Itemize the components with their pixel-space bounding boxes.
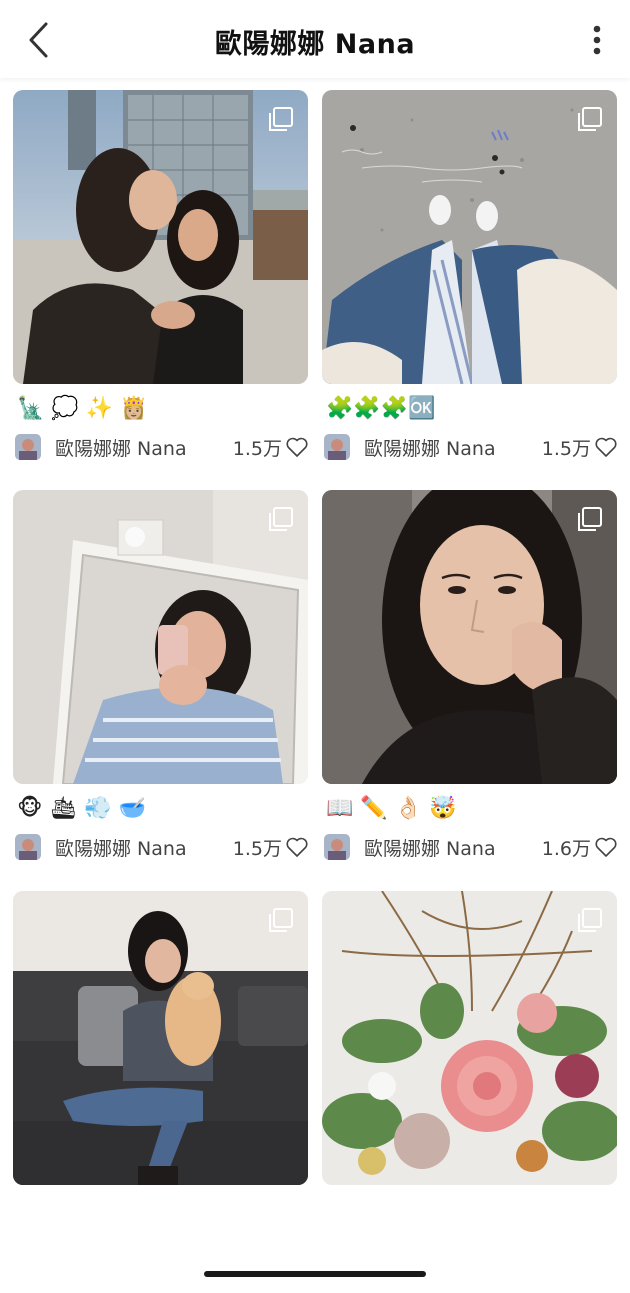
post-photo[interactable]	[13, 90, 308, 384]
post-card[interactable]: 📖 ✏️ 👌🏻 🤯 歐陽娜娜 Nana 1.6万	[322, 490, 617, 860]
post-meta: 歐陽娜娜 Nana 1.5万	[324, 432, 618, 462]
author-name[interactable]: 歐陽娜娜 Nana	[364, 434, 542, 461]
heart-outline-icon[interactable]	[594, 836, 618, 858]
post-card[interactable]	[13, 891, 308, 1185]
post-card[interactable]: 🗽 💭 ✨ 👸🏼 歐陽娜娜 Nana 1.5万	[13, 90, 308, 460]
post-photo[interactable]	[322, 90, 617, 384]
post-photo[interactable]	[322, 891, 617, 1185]
more-options-button[interactable]	[582, 20, 612, 60]
multi-image-icon	[578, 107, 602, 131]
cat-sofa-photo	[13, 891, 308, 1185]
flowers-photo	[322, 891, 617, 1185]
avatar[interactable]	[324, 434, 350, 460]
post-card[interactable]: 🧩🧩🧩🆗 歐陽娜娜 Nana 1.5万	[322, 90, 617, 460]
post-photo[interactable]	[13, 490, 308, 784]
multi-image-icon	[269, 507, 293, 531]
post-card[interactable]	[322, 891, 617, 1185]
home-indicator[interactable]	[204, 1271, 426, 1277]
author-name[interactable]: 歐陽娜娜 Nana	[55, 434, 233, 461]
post-meta: 歐陽娜娜 Nana 1.5万	[15, 832, 309, 862]
post-photo[interactable]	[13, 891, 308, 1185]
street-feet-photo	[322, 90, 617, 384]
heart-outline-icon[interactable]	[285, 436, 309, 458]
post-meta: 歐陽娜娜 Nana 1.5万	[15, 432, 309, 462]
avatar[interactable]	[324, 834, 350, 860]
post-caption: 🗽 💭 ✨ 👸🏼	[17, 396, 148, 421]
mirror-selfie-photo	[13, 490, 308, 784]
rooftop-photo	[13, 90, 308, 384]
author-name[interactable]: 歐陽娜娜 Nana	[364, 834, 542, 861]
multi-image-icon	[578, 908, 602, 932]
like-count: 1.5万	[232, 837, 282, 860]
vertical-ellipsis-icon	[593, 25, 601, 55]
author-name[interactable]: 歐陽娜娜 Nana	[55, 834, 233, 861]
like-count: 1.6万	[541, 837, 591, 860]
multi-image-icon	[269, 908, 293, 932]
like-count: 1.5万	[541, 437, 591, 460]
post-caption: 📖 ✏️ 👌🏻 🤯	[326, 796, 457, 821]
top-navigation-bar: 歐陽娜娜 Nana	[0, 0, 630, 78]
heart-outline-icon[interactable]	[594, 436, 618, 458]
like-count: 1.5万	[232, 437, 282, 460]
post-photo[interactable]	[322, 490, 617, 784]
post-card[interactable]: 🐵 🛳 💨 🥣 歐陽娜娜 Nana 1.5万	[13, 490, 308, 860]
post-caption: 🐵 🛳 💨 🥣	[17, 796, 147, 821]
avatar[interactable]	[15, 434, 41, 460]
heart-outline-icon[interactable]	[285, 836, 309, 858]
multi-image-icon	[578, 507, 602, 531]
multi-image-icon	[269, 107, 293, 131]
post-caption: 🧩🧩🧩🆗	[326, 396, 436, 421]
avatar[interactable]	[15, 834, 41, 860]
portrait-photo	[322, 490, 617, 784]
post-meta: 歐陽娜娜 Nana 1.6万	[324, 832, 618, 862]
page-title: 歐陽娜娜 Nana	[214, 29, 416, 60]
